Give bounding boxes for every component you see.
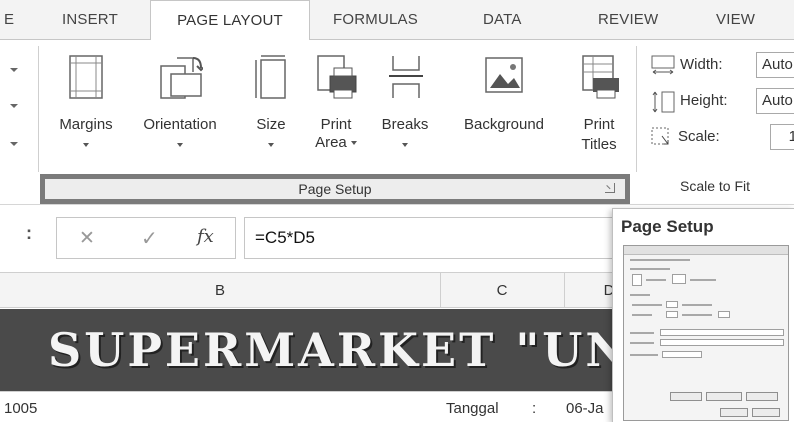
- width-icon: [651, 55, 675, 75]
- dialog-tabs: [630, 259, 690, 261]
- dialog-text-line: [630, 354, 658, 356]
- chevron-down-icon[interactable]: [10, 104, 18, 108]
- tab-data[interactable]: DATA: [483, 0, 522, 40]
- ribbon-tabs: E INSERT PAGE LAYOUT FORMULAS DATA REVIE…: [0, 0, 794, 41]
- portrait-icon: [632, 274, 642, 286]
- dialog-button: [752, 408, 780, 417]
- tab-file[interactable]: E: [4, 0, 14, 40]
- margins-button[interactable]: Margins: [48, 50, 124, 168]
- landscape-icon: [672, 274, 686, 284]
- dialog-field: [662, 351, 702, 358]
- tab-formulas[interactable]: FORMULAS: [333, 0, 418, 40]
- height-icon: [652, 91, 675, 113]
- height-dropdown[interactable]: Auto: [756, 88, 794, 114]
- dialog-button: [746, 392, 778, 401]
- size-icon: [255, 55, 286, 99]
- tooltip-title: Page Setup: [621, 217, 714, 236]
- column-header-c[interactable]: C: [440, 273, 564, 309]
- cell-date[interactable]: 06-Ja: [566, 400, 604, 417]
- page-setup-tooltip: Page Setup: [612, 208, 794, 422]
- column-divider: [564, 272, 565, 308]
- group-separator: [636, 46, 637, 172]
- print-titles-icon: [582, 55, 619, 99]
- dialog-button: [670, 392, 702, 401]
- width-label: Width:: [680, 56, 723, 73]
- chevron-down-icon: [268, 143, 274, 148]
- cancel-icon[interactable]: ✕: [79, 227, 95, 250]
- dialog-text-line: [690, 279, 716, 281]
- dialog-field: [666, 301, 678, 308]
- dialog-text-line: [682, 304, 712, 306]
- more-options-icon[interactable]: :: [26, 223, 32, 244]
- dialog-text-line: [682, 314, 712, 316]
- orientation-button[interactable]: Orientation: [130, 50, 230, 168]
- orientation-icon: [160, 57, 203, 99]
- tab-page-layout[interactable]: PAGE LAYOUT: [150, 0, 310, 41]
- column-divider: [440, 272, 441, 308]
- dialog-launcher-icon[interactable]: [605, 183, 615, 193]
- dialog-text-line: [632, 304, 662, 306]
- dialog-button: [720, 408, 748, 417]
- group-separator: [38, 46, 39, 172]
- orientation-label: Orientation: [143, 116, 217, 133]
- page-setup-dialog-preview: [623, 245, 789, 421]
- scale-spinner[interactable]: 1: [770, 124, 794, 150]
- chevron-down-icon: [83, 143, 89, 148]
- insert-function-icon[interactable]: fx: [197, 226, 214, 247]
- dialog-titlebar: [624, 246, 788, 255]
- dialog-text-line: [632, 314, 652, 316]
- dialog-text-line: [630, 342, 654, 344]
- background-label: Background: [463, 116, 545, 133]
- column-header-b[interactable]: B: [0, 273, 440, 309]
- dialog-field: [718, 311, 730, 318]
- scale-icon: [651, 127, 669, 145]
- cell-label[interactable]: Tanggal: [446, 400, 499, 417]
- themes-group-stub: [0, 40, 40, 200]
- background-icon: [485, 57, 523, 93]
- dialog-section-line: [630, 294, 650, 296]
- breaks-icon: [389, 56, 423, 98]
- height-label: Height:: [680, 92, 728, 109]
- page-setup-label: Page Setup: [298, 181, 372, 197]
- dialog-text-line: [630, 332, 654, 334]
- tab-insert[interactable]: INSERT: [62, 0, 118, 40]
- dialog-text-line: [646, 279, 666, 281]
- chevron-down-icon: [350, 141, 357, 146]
- formula-buttons: ✕ ✓ fx: [56, 217, 236, 259]
- margins-icon: [69, 55, 103, 99]
- margins-label: Margins: [59, 116, 113, 133]
- print-titles-button[interactable]: Print Titles: [570, 50, 628, 168]
- dialog-field: [666, 311, 678, 318]
- chevron-down-icon: [402, 143, 408, 148]
- breaks-label: Breaks: [381, 116, 429, 133]
- tab-review[interactable]: REVIEW: [598, 0, 658, 40]
- tab-view[interactable]: VIEW: [716, 0, 755, 40]
- dialog-field: [660, 329, 784, 336]
- chevron-down-icon[interactable]: [10, 68, 18, 72]
- chevron-down-icon[interactable]: [10, 142, 18, 146]
- size-label: Size: [256, 116, 286, 133]
- background-button[interactable]: Background: [446, 50, 562, 168]
- breaks-button[interactable]: Breaks: [374, 50, 436, 168]
- dialog-button: [706, 392, 742, 401]
- enter-icon[interactable]: ✓: [141, 226, 158, 251]
- cell-colon: :: [532, 400, 537, 417]
- print-titles-label: Print: [583, 116, 615, 133]
- print-titles-label-2: Titles: [581, 136, 617, 153]
- print-area-button[interactable]: Print Area: [308, 50, 364, 168]
- size-button[interactable]: Size: [248, 50, 294, 168]
- scale-label: Scale:: [678, 128, 720, 145]
- print-area-label-2: Area: [315, 134, 347, 151]
- chevron-down-icon: [177, 143, 183, 148]
- page-setup-group-label: Page Setup: [40, 174, 630, 204]
- print-area-label: Print: [320, 116, 352, 133]
- scale-to-fit-label: Scale to Fit: [680, 178, 751, 194]
- cell-value[interactable]: 1005: [4, 400, 37, 417]
- dialog-field: [660, 339, 784, 346]
- print-area-icon: [317, 55, 357, 99]
- dialog-section-line: [630, 268, 670, 270]
- width-dropdown[interactable]: Auto: [756, 52, 794, 78]
